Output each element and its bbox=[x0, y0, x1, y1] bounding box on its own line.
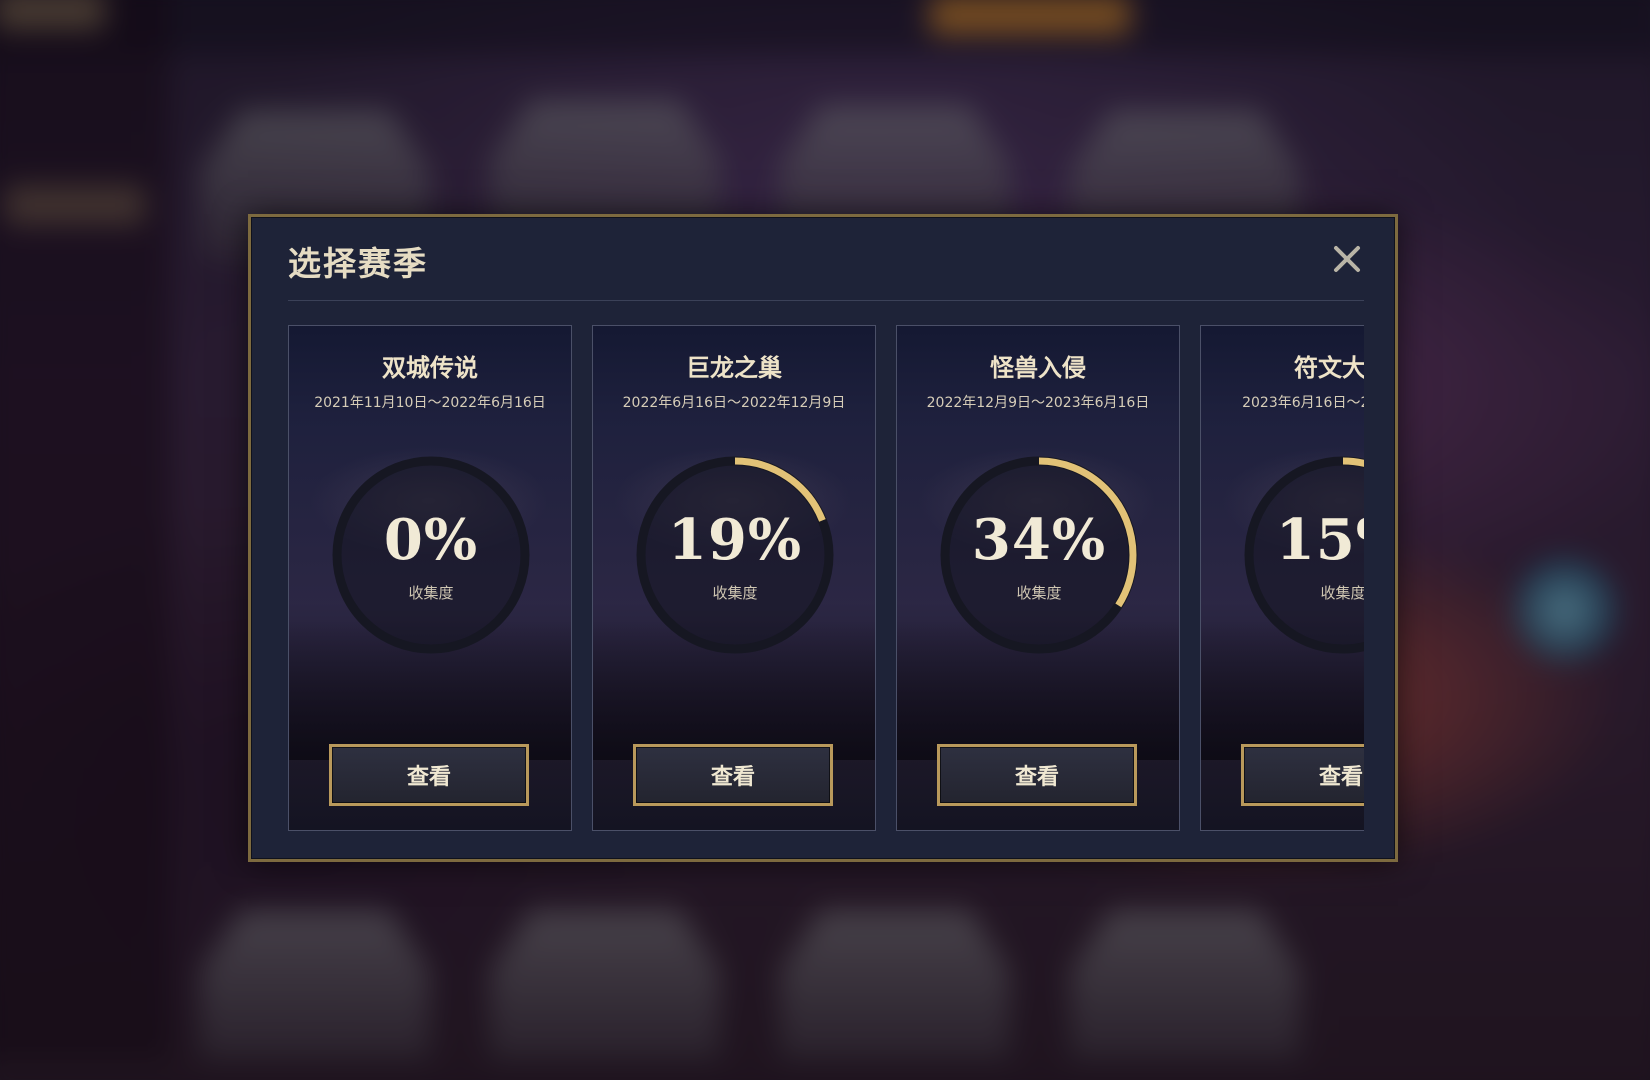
progress-ring: 0% 收集度 bbox=[328, 452, 534, 658]
season-card: 双城传说 2021年11月10日～2022年6月16日 0% 收集度 查看 bbox=[288, 325, 572, 831]
season-select-modal: 选择赛季 双城传说 2021年11月10日～2022年6月16日 0% 收集度 … bbox=[248, 214, 1398, 862]
view-button[interactable]: 查看 bbox=[937, 744, 1137, 806]
progress-value: 0% bbox=[383, 507, 479, 573]
modal-divider bbox=[288, 300, 1364, 301]
progress-label: 收集度 bbox=[712, 584, 758, 602]
season-card: 符文大陆 2023年6月16日～2023年12月 15% 收集度 查看 bbox=[1200, 325, 1364, 831]
view-button[interactable]: 查看 bbox=[329, 744, 529, 806]
season-name: 符文大陆 bbox=[1294, 354, 1364, 382]
season-list: 双城传说 2021年11月10日～2022年6月16日 0% 收集度 查看 巨龙… bbox=[288, 325, 1364, 831]
season-carousel[interactable]: 双城传说 2021年11月10日～2022年6月16日 0% 收集度 查看 巨龙… bbox=[288, 325, 1364, 833]
progress-ring: 34% 收集度 bbox=[936, 452, 1142, 658]
season-name: 双城传说 bbox=[382, 354, 478, 382]
progress-label: 收集度 bbox=[1320, 584, 1364, 602]
view-button[interactable]: 查看 bbox=[633, 744, 833, 806]
close-icon bbox=[1334, 246, 1360, 272]
progress-value: 15% bbox=[1275, 507, 1364, 573]
season-name: 巨龙之巢 bbox=[686, 354, 782, 382]
season-name: 怪兽入侵 bbox=[990, 354, 1086, 382]
modal-title: 选择赛季 bbox=[288, 244, 428, 283]
season-dates: 2022年6月16日～2022年12月9日 bbox=[622, 395, 846, 411]
progress-label: 收集度 bbox=[1016, 584, 1062, 602]
progress-value: 19% bbox=[667, 507, 803, 573]
progress-ring: 15% 收集度 bbox=[1240, 452, 1364, 658]
season-card: 怪兽入侵 2022年12月9日～2023年6月16日 34% 收集度 查看 bbox=[896, 325, 1180, 831]
progress-ring: 19% 收集度 bbox=[632, 452, 838, 658]
view-button[interactable]: 查看 bbox=[1241, 744, 1364, 806]
progress-label: 收集度 bbox=[408, 584, 454, 602]
close-button[interactable] bbox=[1329, 241, 1365, 277]
screen: 选择赛季 双城传说 2021年11月10日～2022年6月16日 0% 收集度 … bbox=[0, 0, 1650, 1080]
season-dates: 2021年11月10日～2022年6月16日 bbox=[314, 395, 546, 411]
progress-value: 34% bbox=[971, 507, 1107, 573]
season-dates: 2022年12月9日～2023年6月16日 bbox=[926, 395, 1150, 411]
season-card: 巨龙之巢 2022年6月16日～2022年12月9日 19% 收集度 查看 bbox=[592, 325, 876, 831]
season-dates: 2023年6月16日～2023年12月 bbox=[1242, 395, 1364, 411]
